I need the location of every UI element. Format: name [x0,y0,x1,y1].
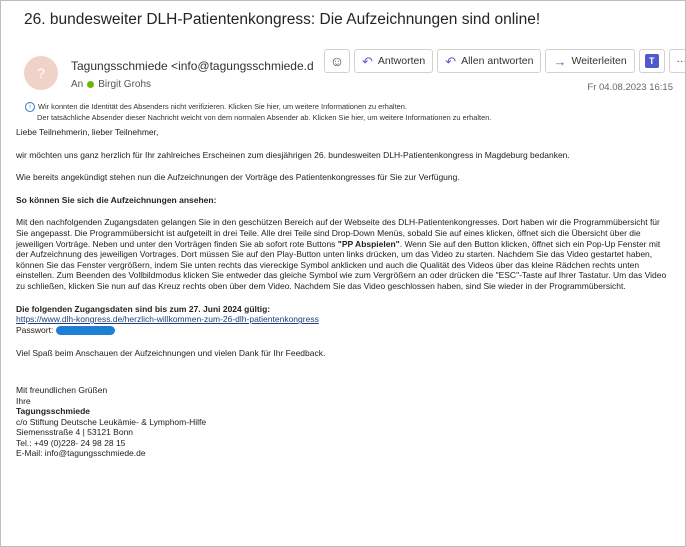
sender-avatar[interactable]: ? [24,56,58,90]
closing-line: Viel Spaß beim Anschauen der Aufzeichnun… [16,348,326,359]
emoji-reaction-button[interactable]: ☺ [324,49,350,73]
signature: Mit freundlichen Grüßen Ihre Tagungsschm… [16,385,668,459]
sender-warning-banner[interactable]: i Wir konnten die Identität des Absenders… [25,101,491,123]
email-body: Liebe Teilnehmerin, lieber Teilnehmer, w… [16,127,668,459]
paragraph-thanks: wir möchten uns ganz herzlich für Ihr za… [16,149,570,160]
reply-arrow-icon: ↶ [362,53,373,69]
paragraph-instructions: Mit den nachfolgenden Zugangsdaten gelan… [16,217,668,291]
password-line: Passwort: [16,325,668,336]
forward-arrow-icon: → [553,53,567,69]
more-dots-icon: ··· [676,55,686,67]
signature-org: Tagungsschmiede [16,406,90,417]
warning-line-2[interactable]: Der tatsächliche Absender dieser Nachric… [25,112,491,123]
reply-all-label: Allen antworten [461,55,534,67]
paragraph-announcement: Wie bereits angekündigt stehen nun die A… [16,172,460,183]
recipient-name[interactable]: Birgit Grohs [98,79,151,90]
greeting: Liebe Teilnehmerin, lieber Teilnehmer, [16,127,159,137]
teams-icon: T [644,54,659,68]
heading-access-data: Die folgenden Zugangsdaten sind bis zum … [16,303,271,314]
recipient-line: An Birgit Grohs [71,79,151,90]
sender-name[interactable]: Tagungsschmiede <info@tagungsschmiede.d [71,59,329,73]
message-toolbar: ☺ ↶ Antworten ↶ Allen antworten → Weiter… [324,49,686,75]
reply-label: Antworten [377,55,426,67]
email-subject: 26. bundesweiter DLH-Patientenkongress: … [24,11,541,28]
received-date: Fr 04.08.2023 16:15 [587,82,673,93]
signature-email: E-Mail: info@tagungsschmiede.de [16,448,146,459]
reply-button[interactable]: ↶ Antworten [354,49,434,73]
congress-link[interactable]: https://www.dlh-kongress.de/herzlich-wil… [16,314,319,324]
smiley-icon: ☺ [329,53,345,69]
signature-phone: Tel.: +49 (0)228- 24 98 28 15 [16,437,126,448]
forward-button[interactable]: → Weiterleiten [545,49,635,73]
forward-label: Weiterleiten [571,55,627,67]
email-reading-pane: 26. bundesweiter DLH-Patientenkongress: … [0,0,686,547]
signature-address-1: c/o Stiftung Deutsche Leukämie- & Lympho… [16,416,207,427]
teams-share-button[interactable]: T [638,49,665,73]
heading-how-to: So können Sie sich die Aufzeichnungen an… [16,194,217,205]
reply-all-icon: ↶ [445,53,457,69]
to-label: An [71,79,84,90]
password-redaction [55,325,115,335]
regards: Mit freundlichen Grüßen [16,384,108,395]
pp-abspielen-label: "PP Abspielen" [337,238,400,249]
presence-status-icon [87,81,95,88]
signature-ihre: Ihre [16,395,31,406]
signature-address-2: Siemensstraße 4 | 53121 Bonn [16,427,134,438]
more-actions-button[interactable]: ··· [668,49,686,73]
password-label: Passwort: [16,324,54,335]
info-icon: i [25,102,35,113]
reply-all-button[interactable]: ↶ Allen antworten [437,49,542,73]
warning-line-1[interactable]: Wir konnten die Identität des Absenders … [38,102,407,111]
